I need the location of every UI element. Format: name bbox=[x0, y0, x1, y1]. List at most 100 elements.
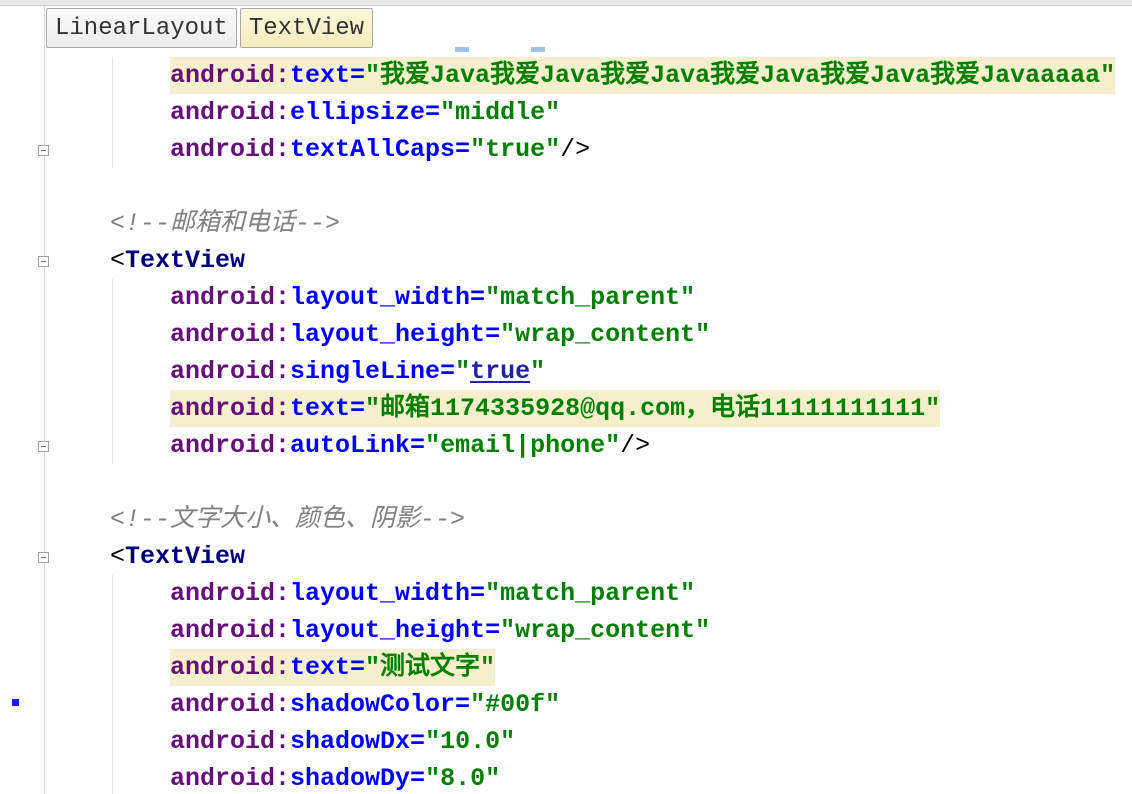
code-line[interactable]: android:singleLine="true" bbox=[0, 353, 1132, 390]
code-line[interactable] bbox=[0, 168, 1132, 205]
attribute-value: "邮箱1174335928@qq.com，电话11111111111" bbox=[365, 394, 941, 423]
attribute-value: "#00f" bbox=[470, 690, 561, 719]
code-text: android:singleLine="true" bbox=[170, 353, 545, 390]
attribute-name: layout_height= bbox=[290, 320, 501, 349]
code-text: android:text="测试文字" bbox=[170, 649, 496, 686]
xml-comment: <!--邮箱和电话--> bbox=[110, 209, 341, 238]
code-line[interactable]: android:shadowColor="#00f" bbox=[0, 686, 1132, 723]
code-text: <TextView bbox=[110, 242, 245, 279]
attribute-name: layout_width= bbox=[290, 283, 486, 312]
attribute-name: shadowColor= bbox=[290, 690, 471, 719]
attribute-namespace: android: bbox=[170, 764, 291, 793]
code-line[interactable]: android:layout_width="match_parent" bbox=[0, 575, 1132, 612]
attribute-name: layout_width= bbox=[290, 579, 486, 608]
attribute-namespace: android: bbox=[170, 579, 291, 608]
modified-marker-icon bbox=[12, 699, 19, 706]
code-line[interactable]: <!--邮箱和电话--> bbox=[0, 205, 1132, 242]
code-line[interactable]: android:textAllCaps="true"/> bbox=[0, 131, 1132, 168]
code-text: android:layout_width="match_parent" bbox=[170, 279, 695, 316]
attribute-value: "match_parent" bbox=[485, 579, 696, 608]
attribute-namespace: android: bbox=[170, 653, 291, 682]
attribute-namespace: android: bbox=[170, 727, 291, 756]
code-text: android:layout_width="match_parent" bbox=[170, 575, 695, 612]
attribute-namespace: android: bbox=[170, 320, 291, 349]
attribute-name: singleLine= bbox=[290, 357, 456, 386]
attribute-value: " bbox=[455, 357, 471, 386]
tag-punctuation: /> bbox=[560, 135, 591, 164]
breadcrumb: LinearLayout TextView bbox=[46, 8, 374, 48]
attribute-value: "wrap_content" bbox=[500, 616, 711, 645]
attribute-namespace: android: bbox=[170, 98, 291, 127]
attribute-name: autoLink= bbox=[290, 431, 426, 460]
code-text: android:shadowDy="8.0" bbox=[170, 760, 500, 794]
breadcrumb-item-textview[interactable]: TextView bbox=[239, 8, 374, 48]
attribute-name: text= bbox=[290, 61, 366, 90]
code-editor[interactable]: android:text="我爱Java我爱Java我爱Java我爱Java我爱… bbox=[0, 57, 1132, 794]
tag-punctuation: /> bbox=[620, 431, 651, 460]
code-text: android:layout_height="wrap_content" bbox=[170, 612, 710, 649]
attribute-namespace: android: bbox=[170, 283, 291, 312]
code-text: <!--邮箱和电话--> bbox=[110, 205, 340, 242]
code-text: android:autoLink="email|phone"/> bbox=[170, 427, 650, 464]
attribute-name: textAllCaps= bbox=[290, 135, 471, 164]
attribute-namespace: android: bbox=[170, 690, 291, 719]
code-text: android:shadowDx="10.0" bbox=[170, 723, 515, 760]
code-text: android:text="我爱Java我爱Java我爱Java我爱Java我爱… bbox=[170, 57, 1116, 94]
code-text: android:text="邮箱1174335928@qq.com，电话1111… bbox=[170, 390, 941, 427]
code-line[interactable]: android:shadowDx="10.0" bbox=[0, 723, 1132, 760]
attribute-value-link[interactable]: true bbox=[470, 357, 530, 386]
attribute-name: text= bbox=[290, 653, 366, 682]
code-line[interactable]: android:autoLink="email|phone"/> bbox=[0, 427, 1132, 464]
fold-start-icon[interactable] bbox=[38, 256, 49, 267]
attribute-namespace: android: bbox=[170, 616, 291, 645]
brace-match-marker bbox=[531, 47, 545, 52]
attribute-value: "测试文字" bbox=[365, 653, 496, 682]
attribute-value: "8.0" bbox=[425, 764, 501, 793]
code-line[interactable]: android:text="测试文字" bbox=[0, 649, 1132, 686]
attribute-namespace: android: bbox=[170, 394, 291, 423]
code-line[interactable] bbox=[0, 464, 1132, 501]
attribute-value: "wrap_content" bbox=[500, 320, 711, 349]
attribute-value: "我爱Java我爱Java我爱Java我爱Java我爱Java我爱Javaaaa… bbox=[365, 61, 1116, 90]
fold-start-icon[interactable] bbox=[38, 552, 49, 563]
code-line[interactable]: android:layout_height="wrap_content" bbox=[0, 316, 1132, 353]
code-text: android:ellipsize="middle" bbox=[170, 94, 560, 131]
code-line[interactable]: android:text="邮箱1174335928@qq.com，电话1111… bbox=[0, 390, 1132, 427]
attribute-value: " bbox=[530, 357, 546, 386]
attribute-value: "true" bbox=[470, 135, 561, 164]
breadcrumb-item-linearlayout[interactable]: LinearLayout bbox=[46, 8, 237, 48]
fold-end-icon[interactable] bbox=[38, 145, 49, 156]
code-line[interactable]: android:ellipsize="middle" bbox=[0, 94, 1132, 131]
code-line[interactable]: <TextView bbox=[0, 538, 1132, 575]
attribute-name: text= bbox=[290, 394, 366, 423]
xml-comment: <!--文字大小、颜色、阴影--> bbox=[110, 505, 466, 534]
attribute-value: "match_parent" bbox=[485, 283, 696, 312]
code-text: <TextView bbox=[110, 538, 245, 575]
attribute-value: "email|phone" bbox=[425, 431, 621, 460]
tag-name: TextView bbox=[125, 246, 246, 275]
code-line[interactable]: android:layout_width="match_parent" bbox=[0, 279, 1132, 316]
attribute-value: "10.0" bbox=[425, 727, 516, 756]
attribute-namespace: android: bbox=[170, 135, 291, 164]
attribute-name: ellipsize= bbox=[290, 98, 441, 127]
attribute-namespace: android: bbox=[170, 431, 291, 460]
code-text: android:shadowColor="#00f" bbox=[170, 686, 560, 723]
attribute-namespace: android: bbox=[170, 61, 291, 90]
code-line[interactable]: <!--文字大小、颜色、阴影--> bbox=[0, 501, 1132, 538]
fold-end-icon[interactable] bbox=[38, 441, 49, 452]
attribute-value: "middle" bbox=[440, 98, 561, 127]
code-text: android:layout_height="wrap_content" bbox=[170, 316, 710, 353]
code-line[interactable]: android:text="我爱Java我爱Java我爱Java我爱Java我爱… bbox=[0, 57, 1132, 94]
attribute-name: shadowDx= bbox=[290, 727, 426, 756]
code-line[interactable]: android:shadowDy="8.0" bbox=[0, 760, 1132, 794]
tag-punctuation: < bbox=[110, 246, 126, 275]
brace-match-marker bbox=[455, 47, 469, 52]
code-text: <!--文字大小、颜色、阴影--> bbox=[110, 501, 465, 538]
code-line[interactable]: <TextView bbox=[0, 242, 1132, 279]
code-line[interactable]: android:layout_height="wrap_content" bbox=[0, 612, 1132, 649]
attribute-namespace: android: bbox=[170, 357, 291, 386]
tag-name: TextView bbox=[125, 542, 246, 571]
attribute-name: layout_height= bbox=[290, 616, 501, 645]
editor-top-strip bbox=[0, 0, 1132, 6]
tag-punctuation: < bbox=[110, 542, 126, 571]
